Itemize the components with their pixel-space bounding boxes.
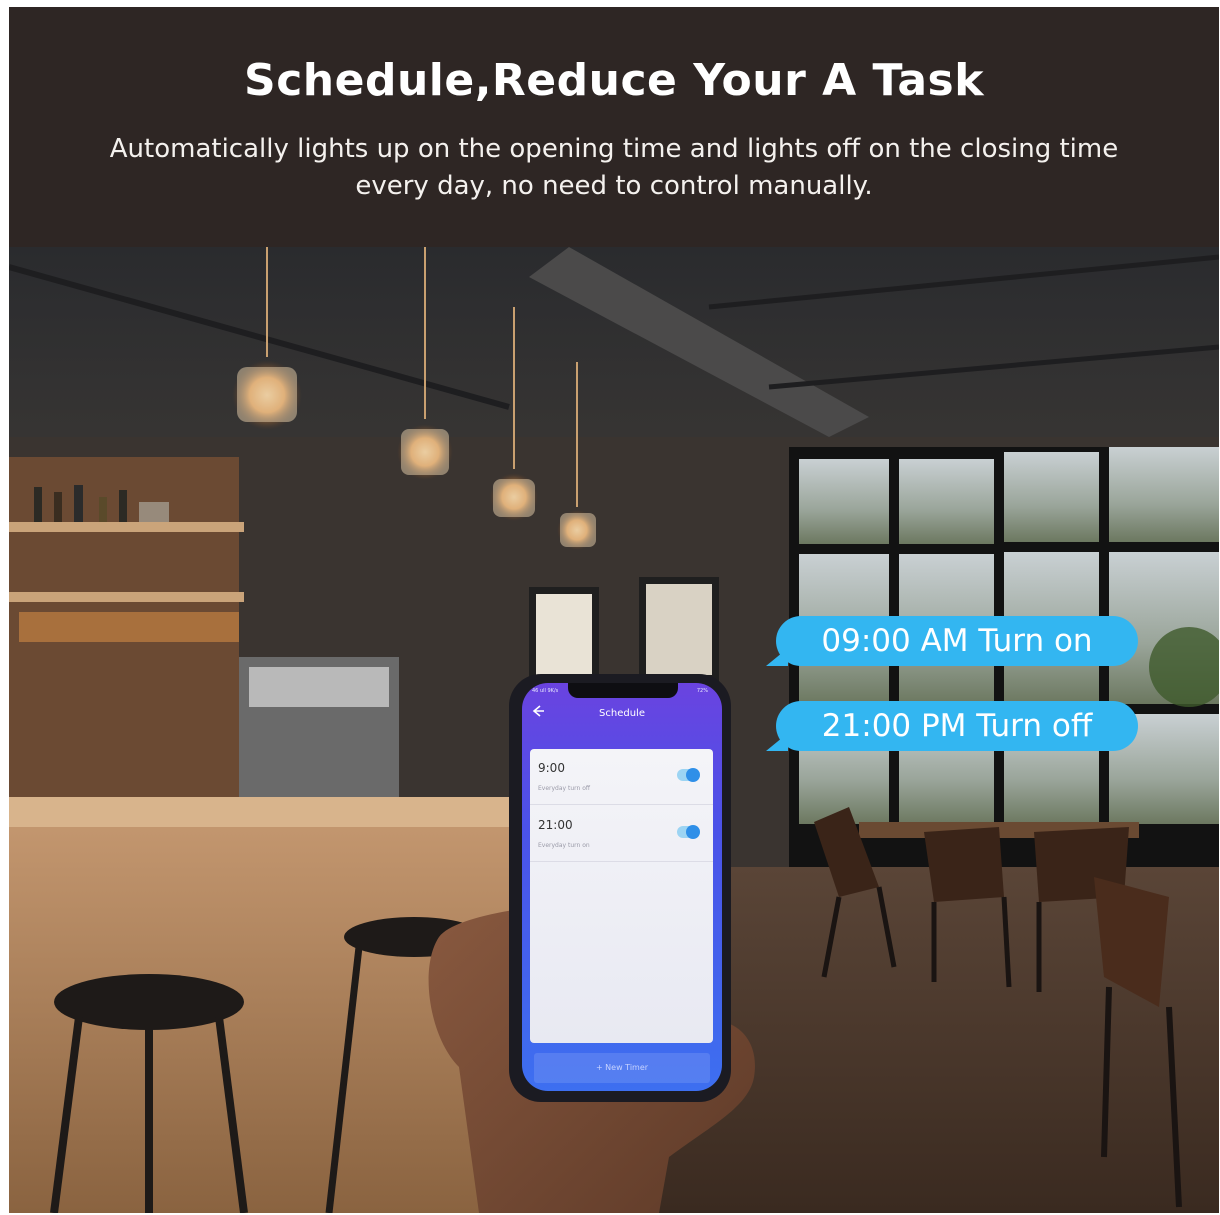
phone-notch — [568, 683, 678, 698]
subheadline: Automatically lights up on the opening t… — [109, 134, 1119, 201]
timer-row[interactable]: 9:00 Everyday turn off — [530, 749, 713, 805]
turn-on-bubble: 09:00 AM Turn on — [766, 616, 1138, 666]
new-timer-button[interactable]: + New Timer — [534, 1053, 710, 1083]
product-image: Schedule,Reduce Your A Task Automaticall… — [9, 7, 1219, 1213]
timer-toggle[interactable] — [677, 825, 700, 839]
timer-toggle[interactable] — [677, 768, 700, 782]
turn-on-label: 09:00 AM Turn on — [821, 623, 1093, 659]
toggle-knob — [686, 825, 700, 839]
status-battery: 72% — [696, 688, 708, 694]
timer-subtitle: Everyday turn on — [538, 842, 590, 849]
bubble-tail — [766, 733, 788, 751]
turn-off-label: 21:00 PM Turn off — [821, 708, 1093, 744]
timer-subtitle: Everyday turn off — [538, 785, 591, 792]
phone-screen: 46 ull 9K/s 72% Schedule 9:00 Everyday t… — [522, 683, 722, 1091]
timer-list: 9:00 Everyday turn off 21:00 Everyday tu… — [530, 749, 713, 1043]
bubble-tail — [766, 648, 788, 666]
timer-time: 21:00 — [538, 818, 573, 832]
screen-title: Schedule — [599, 708, 645, 719]
status-signal: 46 ull 9K/s — [532, 688, 559, 694]
toggle-knob — [686, 768, 700, 782]
timer-row[interactable]: 21:00 Everyday turn on — [530, 806, 713, 862]
headline: Schedule,Reduce Your A Task — [244, 55, 984, 106]
turn-off-bubble: 21:00 PM Turn off — [766, 701, 1138, 751]
header-banner: Schedule,Reduce Your A Task Automaticall… — [9, 7, 1219, 247]
timer-time: 9:00 — [538, 761, 565, 775]
